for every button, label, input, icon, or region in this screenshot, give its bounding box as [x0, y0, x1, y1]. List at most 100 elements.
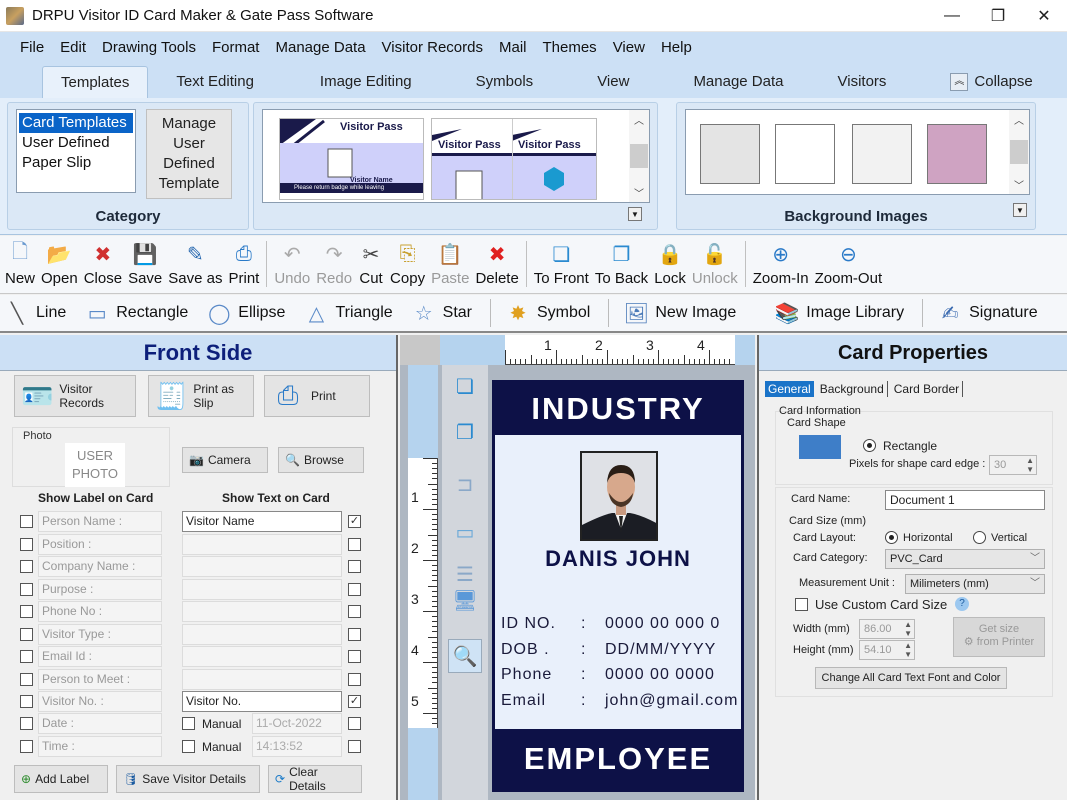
- card-name-input[interactable]: Document 1: [885, 490, 1045, 510]
- show-text-checkbox[interactable]: [348, 582, 361, 596]
- camera-button[interactable]: 📷 Camera: [182, 447, 268, 473]
- card-category-select[interactable]: PVC_Card ﹀: [885, 549, 1045, 569]
- show-text-checkbox[interactable]: [348, 537, 361, 551]
- star-tool[interactable]: ☆ Star: [411, 300, 472, 326]
- label-input[interactable]: Email Id :: [38, 646, 162, 667]
- pixels-edge-spinner[interactable]: 30 ▲ ▼: [989, 455, 1037, 475]
- add-label-button[interactable]: ⊕ Add Label: [14, 765, 108, 793]
- template-gallery-scrollbar[interactable]: ︿ ﹀: [629, 110, 649, 202]
- new-button[interactable]: 🗋 New: [5, 241, 35, 293]
- tab-templates[interactable]: Templates: [42, 66, 149, 98]
- new-image-tool[interactable]: 🖼 New Image: [623, 300, 737, 326]
- print-button[interactable]: ⎙ Print: [228, 241, 259, 293]
- minimize-button[interactable]: —: [929, 0, 975, 32]
- close-button[interactable]: ✕: [1021, 0, 1067, 32]
- show-text-checkbox[interactable]: [348, 650, 361, 663]
- delete-button[interactable]: ✖ Delete: [475, 241, 518, 293]
- unlock-button[interactable]: 🔓 Unlock: [692, 241, 738, 293]
- template-thumbnail[interactable]: Visitor Pass Visitor Pass: [431, 118, 597, 200]
- change-font-color-button[interactable]: Change All Card Text Font and Color: [815, 667, 1007, 689]
- unlock-icon[interactable]: ⊐: [448, 467, 482, 501]
- design-canvas[interactable]: 1 2 3 4 1 2 3 4 5 ❏ ❐ ⊐ ▭ ☰ 🖥 🔍 INDUSTRY DANIS …: [400, 335, 755, 800]
- clear-details-button[interactable]: ⟳ Clear Details: [268, 765, 362, 793]
- text-input[interactable]: [182, 668, 342, 690]
- menu-themes[interactable]: Themes: [543, 39, 597, 56]
- background-swatch[interactable]: [927, 124, 987, 184]
- category-item-card-templates[interactable]: Card Templates: [19, 113, 133, 133]
- scroll-thumb[interactable]: [1010, 140, 1028, 164]
- tab-card-border[interactable]: Card Border: [891, 381, 964, 397]
- card-footer[interactable]: EMPLOYEE: [495, 729, 741, 789]
- lock-button[interactable]: 🔒 Lock: [654, 241, 686, 293]
- background-swatch[interactable]: [852, 124, 912, 184]
- signature-tool[interactable]: ✍ Signature: [937, 300, 1038, 326]
- menu-drawing-tools[interactable]: Drawing Tools: [102, 39, 196, 56]
- menu-edit[interactable]: Edit: [60, 39, 86, 56]
- show-label-checkbox[interactable]: [20, 695, 33, 708]
- date-label-input[interactable]: Date :: [38, 713, 162, 734]
- text-input[interactable]: [182, 623, 342, 645]
- show-text-checkbox[interactable]: ✓: [348, 695, 361, 708]
- text-input[interactable]: Visitor Name: [182, 511, 342, 532]
- time-label-input[interactable]: Time :: [38, 736, 162, 757]
- template-thumbnail[interactable]: Visitor Pass Visitor Name Please return …: [279, 118, 424, 200]
- symbol-tool[interactable]: ✸ Symbol: [505, 300, 591, 326]
- custom-card-size-checkbox[interactable]: [795, 598, 808, 611]
- gallery-more-icon[interactable]: ▼: [628, 207, 642, 221]
- save-button[interactable]: 💾 Save: [128, 241, 162, 293]
- text-input[interactable]: Visitor No.: [182, 691, 342, 712]
- triangle-tool[interactable]: △ Triangle: [303, 300, 393, 326]
- label-input[interactable]: Visitor No. :: [38, 691, 162, 712]
- time-value-input[interactable]: 14:13:52: [252, 736, 342, 757]
- scroll-down-icon[interactable]: ﹀: [634, 185, 644, 200]
- height-spinner[interactable]: 54.10 ▲ ▼: [859, 640, 915, 660]
- tab-manage-data[interactable]: Manage Data: [675, 66, 801, 98]
- time-text-checkbox[interactable]: [348, 740, 361, 753]
- show-label-checkbox[interactable]: [20, 650, 33, 663]
- text-input[interactable]: [182, 646, 342, 667]
- width-spinner[interactable]: 86.00 ▲ ▼: [859, 619, 915, 639]
- text-input[interactable]: [182, 556, 342, 577]
- menu-format[interactable]: Format: [212, 39, 260, 56]
- tab-image-editing[interactable]: Image Editing: [302, 66, 430, 98]
- spinner-arrows-icon[interactable]: ▲ ▼: [1026, 456, 1034, 474]
- menu-mail[interactable]: Mail: [499, 39, 527, 56]
- close-button[interactable]: ✖ Close: [84, 241, 122, 293]
- scroll-down-icon[interactable]: ﹀: [1014, 177, 1024, 192]
- save-as-button[interactable]: ✎ Save as: [168, 241, 222, 293]
- menu-manage-data[interactable]: Manage Data: [275, 39, 365, 56]
- user-photo-placeholder[interactable]: USER PHOTO: [65, 443, 125, 487]
- horizontal-radio[interactable]: [885, 531, 898, 544]
- label-input[interactable]: Person Name :: [38, 511, 162, 532]
- undo-button[interactable]: ↶ Undo: [274, 241, 310, 293]
- paste-button[interactable]: 📋 Paste: [431, 241, 469, 293]
- date-manual-checkbox[interactable]: [182, 717, 195, 730]
- tab-symbols[interactable]: Symbols: [458, 66, 552, 98]
- magnifier-icon[interactable]: 🔍: [448, 639, 482, 673]
- show-text-checkbox[interactable]: [348, 627, 361, 641]
- frame-icon[interactable]: ▭: [448, 515, 482, 549]
- card-photo[interactable]: [580, 451, 658, 541]
- measurement-unit-select[interactable]: Milimeters (mm) ﹀: [905, 574, 1045, 594]
- restore-button[interactable]: ❐: [975, 0, 1021, 32]
- scroll-up-icon[interactable]: ︿: [634, 112, 644, 127]
- rectangle-tool[interactable]: ▭ Rectangle: [84, 300, 189, 326]
- rectangle-radio[interactable]: [863, 439, 876, 452]
- category-item-paper-slip[interactable]: Paper Slip: [19, 153, 133, 173]
- card-header[interactable]: INDUSTRY: [495, 383, 741, 435]
- menu-help[interactable]: Help: [661, 39, 692, 56]
- show-label-checkbox[interactable]: [20, 582, 33, 596]
- scroll-thumb[interactable]: [630, 144, 648, 168]
- scroll-up-icon[interactable]: ︿: [1014, 112, 1024, 127]
- label-input[interactable]: Person to Meet :: [38, 668, 162, 690]
- background-swatch[interactable]: [775, 124, 835, 184]
- visitor-records-button[interactable]: 🪪 Visitor Records: [14, 375, 136, 417]
- browse-button[interactable]: 🔍 Browse: [278, 447, 364, 473]
- help-icon[interactable]: ?: [955, 597, 969, 611]
- spinner-arrows-icon[interactable]: ▲ ▼: [904, 641, 912, 659]
- tab-visitors[interactable]: Visitors: [820, 66, 905, 98]
- show-label-checkbox[interactable]: [20, 672, 33, 686]
- date-text-checkbox[interactable]: [348, 717, 361, 730]
- get-size-from-printer-button[interactable]: Get size ⚙ from Printer: [953, 617, 1045, 657]
- show-label-checkbox[interactable]: [20, 627, 33, 641]
